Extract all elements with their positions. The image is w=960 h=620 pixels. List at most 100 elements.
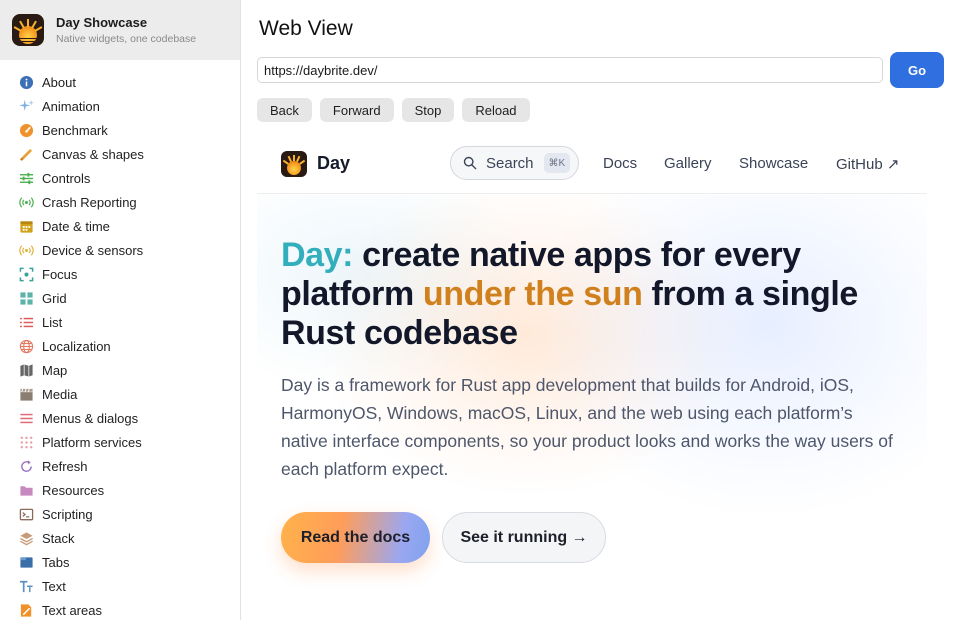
sidebar-item-label: Date & time — [42, 218, 110, 234]
nav-link-showcase[interactable]: Showcase — [739, 155, 808, 172]
sidebar-item-localization[interactable]: Localization — [0, 334, 240, 358]
clapper-icon — [19, 387, 34, 402]
sidebar-item-label: Animation — [42, 98, 100, 114]
nav-link-gallery[interactable]: Gallery — [664, 155, 712, 172]
sidebar-item-label: Grid — [42, 290, 67, 306]
folder-icon — [19, 483, 34, 498]
sidebar-item-crash-reporting[interactable]: Crash Reporting — [0, 190, 240, 214]
sidebar-item-label: Resources — [42, 482, 105, 498]
sidebar-item-label: Menus & dialogs — [42, 410, 139, 426]
refresh-icon — [19, 459, 34, 474]
url-input[interactable] — [257, 57, 883, 83]
signal-icon — [19, 243, 34, 258]
dots-grid-icon — [19, 435, 34, 450]
back-button[interactable]: Back — [257, 98, 312, 122]
sidebar-item-label: Stack — [42, 530, 75, 546]
sidebar-item-label: Scripting — [42, 506, 93, 522]
sidebar-item-about[interactable]: About — [0, 70, 240, 94]
app-title: Day Showcase — [56, 15, 148, 30]
broadcast-icon — [19, 195, 34, 210]
search-label: Search — [486, 154, 534, 172]
sidebar-item-grid[interactable]: Grid — [0, 286, 240, 310]
sidebar-item-map[interactable]: Map — [0, 358, 240, 382]
menu-icon — [19, 411, 34, 426]
forward-button[interactable]: Forward — [319, 98, 394, 122]
terminal-icon — [19, 507, 34, 522]
read-docs-button[interactable]: Read the docs — [281, 512, 430, 563]
sidebar-item-label: Focus — [42, 266, 78, 282]
site-navbar: Day Search ⌘K Docs Gallery Showcase GitH… — [257, 134, 927, 194]
site-logo-icon[interactable] — [281, 151, 307, 177]
sidebar-item-label: Refresh — [42, 458, 88, 474]
sidebar: Day Showcase Native widgets, one codebas… — [0, 0, 241, 620]
sidebar-item-list[interactable]: List — [0, 310, 240, 334]
hero-title-highlight: under the sun — [422, 275, 643, 313]
sidebar-item-refresh[interactable]: Refresh — [0, 454, 240, 478]
sidebar-nav: About Animation Benchmark Canvas & shape… — [0, 60, 240, 620]
app-logo-icon — [12, 14, 44, 46]
grid-icon — [19, 291, 34, 306]
info-icon — [19, 75, 34, 90]
layers-icon — [19, 531, 34, 546]
sidebar-item-label: Media — [42, 386, 78, 402]
page-title: Web View — [259, 17, 353, 40]
site-name[interactable]: Day — [317, 153, 350, 174]
sidebar-item-label: Text areas — [42, 602, 102, 618]
hero-title-brand: Day: — [281, 236, 354, 274]
stop-button[interactable]: Stop — [401, 98, 455, 122]
sidebar-item-label: Device & sensors — [42, 242, 144, 258]
sidebar-item-label: About — [42, 74, 76, 90]
sidebar-item-focus[interactable]: Focus — [0, 262, 240, 286]
sidebar-item-media[interactable]: Media — [0, 382, 240, 406]
calendar-icon — [19, 219, 34, 234]
sidebar-item-text[interactable]: Text — [0, 574, 240, 598]
site-search-button[interactable]: Search ⌘K — [450, 146, 579, 180]
sidebar-item-controls[interactable]: Controls — [0, 166, 240, 190]
map-icon — [19, 363, 34, 378]
sidebar-item-menus-dialogs[interactable]: Menus & dialogs — [0, 406, 240, 430]
focus-icon — [19, 267, 34, 282]
sidebar-item-label: Platform services — [42, 434, 142, 450]
edit-doc-icon — [19, 603, 34, 618]
sidebar-item-label: Benchmark — [42, 122, 108, 138]
nav-link-docs[interactable]: Docs — [603, 155, 637, 172]
nav-link-github[interactable]: GitHub ↗ — [836, 155, 899, 173]
go-button[interactable]: Go — [890, 52, 944, 88]
sidebar-item-label: Text — [42, 578, 66, 594]
sidebar-item-tabs[interactable]: Tabs — [0, 550, 240, 574]
app-titles: Day Showcase Native widgets, one codebas… — [56, 15, 196, 45]
sidebar-item-resources[interactable]: Resources — [0, 478, 240, 502]
webview-controls: Back Forward Stop Reload — [257, 98, 538, 122]
sidebar-header: Day Showcase Native widgets, one codebas… — [0, 0, 240, 60]
search-icon — [463, 156, 477, 170]
pencil-icon — [19, 147, 34, 162]
sidebar-item-benchmark[interactable]: Benchmark — [0, 118, 240, 142]
gauge-icon — [19, 123, 34, 138]
sidebar-item-platform-services[interactable]: Platform services — [0, 430, 240, 454]
sidebar-item-animation[interactable]: Animation — [0, 94, 240, 118]
main-panel: Web View Go Back Forward Stop Reload Day — [242, 0, 960, 620]
globe-icon — [19, 339, 34, 354]
sidebar-item-stack[interactable]: Stack — [0, 526, 240, 550]
hero-title: Day: create native apps for every platfo… — [281, 236, 911, 353]
sidebar-item-label: Localization — [42, 338, 111, 354]
sidebar-item-canvas[interactable]: Canvas & shapes — [0, 142, 240, 166]
app-subtitle: Native widgets, one codebase — [56, 33, 197, 45]
sidebar-item-text-areas[interactable]: Text areas — [0, 598, 240, 620]
sidebar-item-label: List — [42, 314, 63, 330]
sidebar-item-device-sensors[interactable]: Device & sensors — [0, 238, 240, 262]
sidebar-item-scripting[interactable]: Scripting — [0, 502, 240, 526]
hero-description: Day is a framework for Rust app developm… — [281, 375, 893, 479]
list-icon — [19, 315, 34, 330]
reload-button[interactable]: Reload — [462, 98, 530, 122]
sidebar-item-label: Canvas & shapes — [42, 146, 144, 162]
sidebar-item-label: Controls — [42, 170, 91, 186]
sliders-icon — [19, 171, 34, 186]
text-icon — [19, 579, 34, 594]
search-shortcut-badge: ⌘K — [543, 153, 571, 173]
see-it-running-button[interactable]: See it running → — [442, 512, 606, 563]
web-view[interactable]: Day Search ⌘K Docs Gallery Showcase GitH… — [257, 134, 927, 620]
sidebar-item-label: Map — [42, 362, 68, 378]
sidebar-item-label: Tabs — [42, 554, 70, 570]
sidebar-item-date-time[interactable]: Date & time — [0, 214, 240, 238]
